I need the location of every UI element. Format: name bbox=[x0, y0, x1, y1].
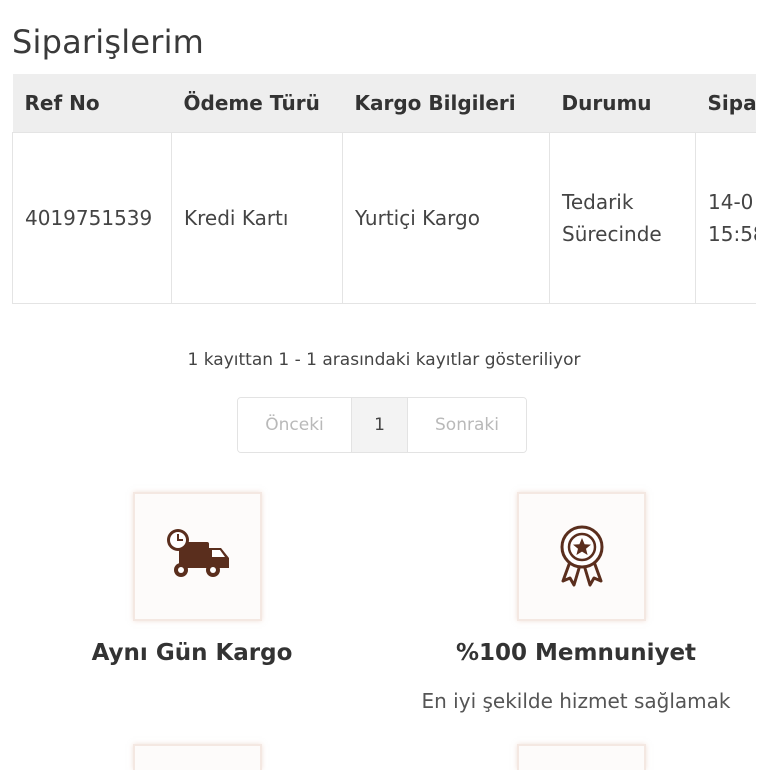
feature-title-satisfaction: %100 Memnuniyet bbox=[455, 640, 697, 666]
page-number-button[interactable]: 1 bbox=[352, 398, 408, 452]
feature-icon-box-partial-right bbox=[517, 744, 646, 770]
pagination-info: 1 kayıttan 1 - 1 arasındaki kayıtlar gös… bbox=[187, 350, 581, 370]
orders-table-container[interactable]: Ref No Ödeme Türü Kargo Bilgileri Durumu… bbox=[12, 74, 756, 305]
pagination: Önceki 1 Sonraki bbox=[237, 397, 527, 453]
date-line-2: 15:58 bbox=[708, 222, 756, 246]
award-ribbon-icon bbox=[557, 523, 607, 591]
orders-table: Ref No Ödeme Türü Kargo Bilgileri Durumu… bbox=[12, 74, 756, 304]
table-header-row: Ref No Ödeme Türü Kargo Bilgileri Durumu… bbox=[12, 74, 756, 133]
table-row: 4019751539 Kredi Kartı Yurtiçi Kargo Ted… bbox=[12, 132, 756, 304]
feature-icon-box-same-day-cargo bbox=[133, 492, 262, 621]
status-line-2: Sürecinde bbox=[562, 222, 662, 246]
cell-ref-no: 4019751539 bbox=[12, 132, 172, 304]
column-header-cargo-info[interactable]: Kargo Bilgileri bbox=[342, 74, 550, 133]
column-header-payment-type[interactable]: Ödeme Türü bbox=[171, 74, 343, 133]
next-page-button[interactable]: Sonraki bbox=[408, 398, 526, 452]
page-title: Siparişlerim bbox=[12, 23, 205, 62]
previous-page-button[interactable]: Önceki bbox=[238, 398, 352, 452]
feature-title-same-day-cargo: Aynı Gün Kargo bbox=[91, 640, 293, 666]
column-header-status[interactable]: Durumu bbox=[549, 74, 696, 133]
cell-status: Tedarik Sürecinde bbox=[549, 132, 696, 304]
column-header-order-date[interactable]: Sipariş Tarihi bbox=[695, 74, 756, 133]
status-line-1: Tedarik bbox=[562, 190, 634, 214]
date-line-1: 14-0 bbox=[708, 190, 754, 214]
cell-cargo-info: Yurtiçi Kargo bbox=[342, 132, 550, 304]
cell-payment-type: Kredi Kartı bbox=[171, 132, 343, 304]
delivery-truck-icon bbox=[165, 528, 231, 586]
cell-order-date: 14-0 15:58 bbox=[695, 132, 756, 304]
feature-icon-box-satisfaction bbox=[517, 492, 646, 621]
feature-subtitle-satisfaction: En iyi şekilde hizmet sağlamak bbox=[421, 689, 731, 713]
feature-icon-box-partial-left bbox=[133, 744, 262, 770]
column-header-ref-no[interactable]: Ref No bbox=[12, 74, 172, 133]
